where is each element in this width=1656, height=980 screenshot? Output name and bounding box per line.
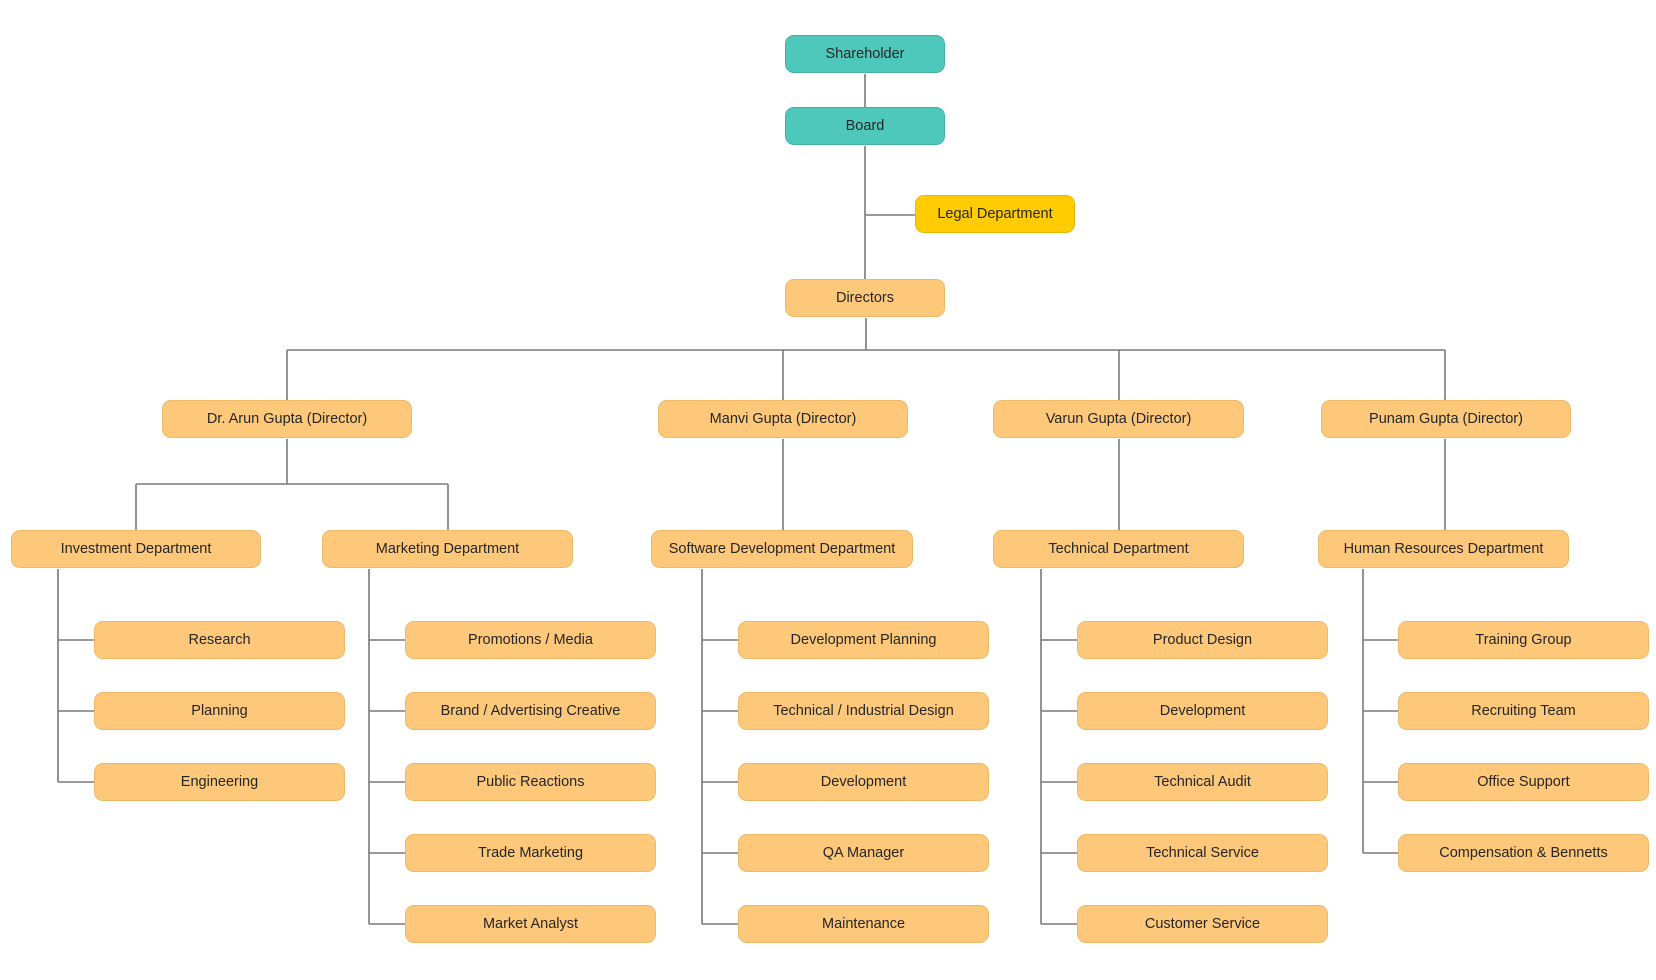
node-unit-research[interactable]: Research (94, 621, 345, 659)
node-unit-compensation-bennetts[interactable]: Compensation & Bennetts (1398, 834, 1649, 872)
org-chart: Shareholder Board Legal Department Direc… (0, 0, 1656, 980)
node-director-varun-gupta[interactable]: Varun Gupta (Director) (993, 400, 1244, 438)
node-unit-training-group[interactable]: Training Group (1398, 621, 1649, 659)
node-unit-market-analyst[interactable]: Market Analyst (405, 905, 656, 943)
node-unit-trade-marketing[interactable]: Trade Marketing (405, 834, 656, 872)
node-legal-department[interactable]: Legal Department (915, 195, 1075, 233)
node-director-punam-gupta[interactable]: Punam Gupta (Director) (1321, 400, 1571, 438)
node-unit-recruiting-team[interactable]: Recruiting Team (1398, 692, 1649, 730)
node-unit-maintenance[interactable]: Maintenance (738, 905, 989, 943)
node-investment-department[interactable]: Investment Department (11, 530, 261, 568)
node-unit-engineering[interactable]: Engineering (94, 763, 345, 801)
node-unit-qa-manager[interactable]: QA Manager (738, 834, 989, 872)
node-unit-technical-audit[interactable]: Technical Audit (1077, 763, 1328, 801)
node-unit-public-reactions[interactable]: Public Reactions (405, 763, 656, 801)
node-unit-promotions-media[interactable]: Promotions / Media (405, 621, 656, 659)
node-software-development-department[interactable]: Software Development Department (651, 530, 913, 568)
node-marketing-department[interactable]: Marketing Department (322, 530, 573, 568)
node-unit-product-design[interactable]: Product Design (1077, 621, 1328, 659)
node-unit-development-sw[interactable]: Development (738, 763, 989, 801)
node-director-manvi-gupta[interactable]: Manvi Gupta (Director) (658, 400, 908, 438)
node-unit-development-tech[interactable]: Development (1077, 692, 1328, 730)
node-human-resources-department[interactable]: Human Resources Department (1318, 530, 1569, 568)
node-director-arun-gupta[interactable]: Dr. Arun Gupta (Director) (162, 400, 412, 438)
node-directors[interactable]: Directors (785, 279, 945, 317)
node-unit-office-support[interactable]: Office Support (1398, 763, 1649, 801)
node-board[interactable]: Board (785, 107, 945, 145)
node-shareholder[interactable]: Shareholder (785, 35, 945, 73)
node-unit-planning[interactable]: Planning (94, 692, 345, 730)
connector-layer (57, 74, 1446, 925)
node-unit-technical-industrial-design[interactable]: Technical / Industrial Design (738, 692, 989, 730)
node-unit-customer-service[interactable]: Customer Service (1077, 905, 1328, 943)
node-unit-brand-advertising-creative[interactable]: Brand / Advertising Creative (405, 692, 656, 730)
node-unit-development-planning[interactable]: Development Planning (738, 621, 989, 659)
node-technical-department[interactable]: Technical Department (993, 530, 1244, 568)
node-unit-technical-service[interactable]: Technical Service (1077, 834, 1328, 872)
